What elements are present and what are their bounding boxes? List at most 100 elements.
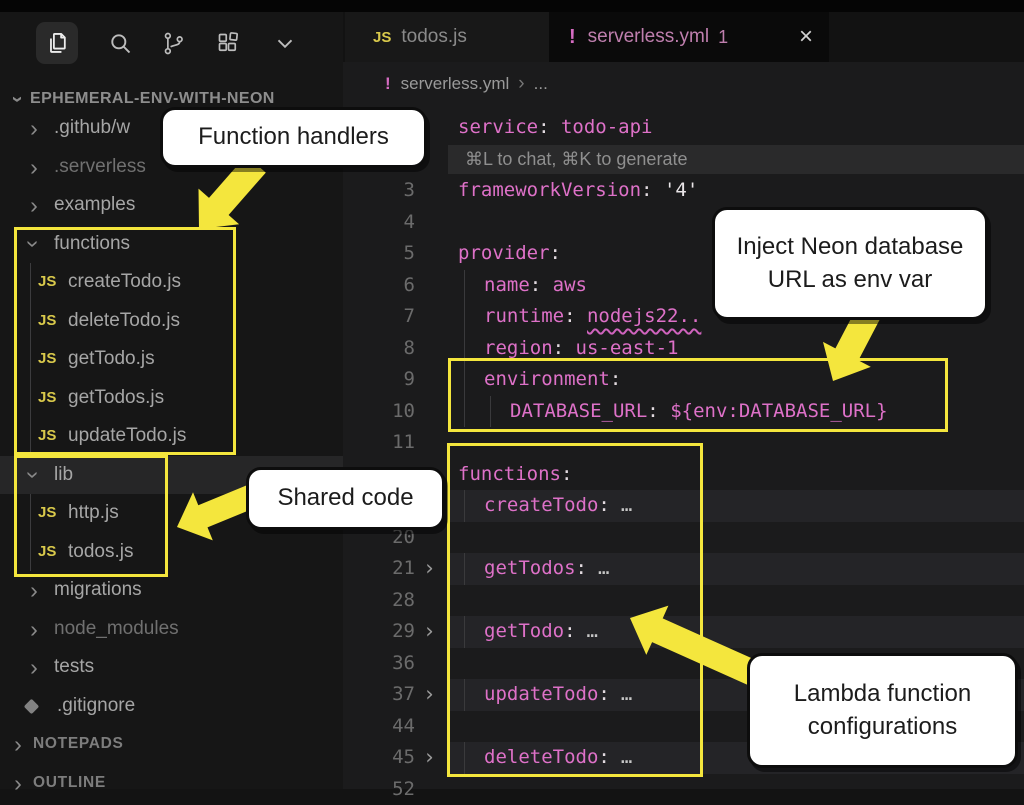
tab-serverless-yml[interactable]: ! serverless.yml 1 × <box>549 12 829 62</box>
yaml-key: service <box>458 116 538 138</box>
tree-item-notepads[interactable]: ›NOTEPADS <box>0 725 343 763</box>
code-text: frameworkVersion: '4' <box>458 175 698 207</box>
chevron-right-icon: › <box>24 186 44 224</box>
punctuation: : <box>553 337 564 359</box>
vscode-window: { "colors":{"accent_pink":"#de71c8","ann… <box>0 0 1024 789</box>
fold-chevron-icon[interactable]: › <box>423 616 436 648</box>
code-text: provider: <box>458 238 561 270</box>
tab-label: todos.js <box>401 26 466 48</box>
tree-item-label: tests <box>54 648 94 686</box>
indent-guide <box>464 301 465 333</box>
line-number: 21 <box>343 553 415 585</box>
close-icon[interactable]: × <box>799 27 813 47</box>
line-number: 7 <box>343 301 415 333</box>
tree-item-outline[interactable]: ›OUTLINE <box>0 764 343 802</box>
code-text: service: todo-api <box>458 112 653 144</box>
line-number: 11 <box>343 427 415 459</box>
breadcrumb: ! serverless.yml › ... <box>343 62 1024 105</box>
highlight-box-functions-folder <box>14 227 236 455</box>
chevron-right-icon: › <box>8 725 28 763</box>
code-line-hint[interactable]: ⌘L to chat, ⌘K to generate <box>343 144 1024 176</box>
tree-item-label: node_modules <box>54 610 179 648</box>
punctuation: : <box>530 274 541 296</box>
chevron-right-icon: › <box>24 648 44 686</box>
code-text: name: aws <box>484 270 587 302</box>
callout-text: Shared code <box>277 482 413 514</box>
callout-shared-code: Shared code <box>246 467 445 530</box>
code-text: runtime: nodejs22.. <box>484 301 701 333</box>
warning-icon: ! <box>385 74 391 94</box>
callout-function-handlers: Function handlers <box>160 107 427 168</box>
tree-item-tests[interactable]: › tests <box>0 648 343 686</box>
yaml-key: name <box>484 274 530 296</box>
punctuation: : <box>564 305 575 327</box>
tree-item-label: NOTEPADS <box>33 725 124 763</box>
tree-item-label: OUTLINE <box>33 764 106 802</box>
line-number: 8 <box>343 333 415 365</box>
chevron-right-icon: › <box>8 764 28 802</box>
yaml-key: frameworkVersion <box>458 179 641 201</box>
yaml-value: '4' <box>664 179 698 201</box>
line-number: 45 <box>343 742 415 774</box>
line-number: 28 <box>343 585 415 617</box>
tree-item-gitignore[interactable]: .gitignore <box>0 687 343 725</box>
yaml-key: region <box>484 337 553 359</box>
callout-inject-neon-url: Inject Neon database URL as env var <box>712 207 988 320</box>
line-number: 4 <box>343 207 415 239</box>
yaml-value: nodejs22.. <box>587 305 701 327</box>
indent-guide <box>464 270 465 302</box>
breadcrumb-more[interactable]: ... <box>534 74 548 94</box>
yaml-value: todo-api <box>561 116 653 138</box>
tree-item-examples[interactable]: › examples <box>0 186 343 224</box>
yaml-value: aws <box>553 274 587 296</box>
line-number: 52 <box>343 774 415 805</box>
line-number: 37 <box>343 679 415 711</box>
inline-ai-hint: ⌘L to chat, ⌘K to generate <box>448 145 1024 174</box>
callout-lambda-configs: Lambda function configurations <box>747 653 1018 768</box>
tab-todos-js[interactable]: JS todos.js <box>345 12 549 62</box>
callout-text: Function handlers <box>198 121 389 153</box>
yaml-key: runtime <box>484 305 564 327</box>
line-number: 29 <box>343 616 415 648</box>
problem-count-badge: 1 <box>718 27 728 48</box>
line-number: 44 <box>343 711 415 743</box>
highlight-box-environment <box>448 358 948 432</box>
chevron-right-icon: › <box>24 610 44 648</box>
tab-bar: JS todos.js ! serverless.yml 1 × <box>343 12 1024 62</box>
line-number: 5 <box>343 238 415 270</box>
highlight-box-lib-folder <box>14 455 168 577</box>
fold-chevron-icon[interactable]: › <box>423 679 436 711</box>
tree-item-label: .github/w <box>54 109 130 147</box>
line-number: 9 <box>343 364 415 396</box>
line-number: 3 <box>343 175 415 207</box>
code-line-service[interactable]: service: todo-api <box>343 112 1024 144</box>
js-icon: JS <box>373 29 391 46</box>
tree-item-label: .serverless <box>54 148 146 186</box>
tree-item-label: .gitignore <box>57 687 135 725</box>
line-number: 6 <box>343 270 415 302</box>
chevron-right-icon: › <box>24 109 44 147</box>
tree-item-node-modules[interactable]: › node_modules <box>0 610 343 648</box>
chevron-right-icon: › <box>518 73 524 95</box>
callout-text: Lambda function configurations <box>760 678 1005 743</box>
yaml-value: us-east-1 <box>576 337 679 359</box>
fold-chevron-icon[interactable]: › <box>423 553 436 585</box>
gitignore-icon <box>24 698 40 714</box>
callout-text: Inject Neon database URL as env var <box>725 231 975 296</box>
code-line-52[interactable]: 52 <box>343 774 1024 805</box>
fold-chevron-icon[interactable]: › <box>423 742 436 774</box>
warning-icon: ! <box>569 26 576 49</box>
tab-label: serverless.yml <box>588 26 709 48</box>
highlight-box-functions-config <box>447 443 703 777</box>
line-number: 10 <box>343 396 415 428</box>
chevron-right-icon: › <box>24 148 44 186</box>
punctuation: : <box>641 179 652 201</box>
yaml-key: provider <box>458 242 550 264</box>
line-number: 36 <box>343 648 415 680</box>
window-top-strip <box>0 0 1024 12</box>
punctuation: : <box>538 116 549 138</box>
tree-item-label: examples <box>54 186 135 224</box>
breadcrumb-file[interactable]: serverless.yml <box>401 74 510 94</box>
punctuation: : <box>550 242 561 264</box>
code-line-3[interactable]: 3 frameworkVersion: '4' <box>343 175 1024 207</box>
